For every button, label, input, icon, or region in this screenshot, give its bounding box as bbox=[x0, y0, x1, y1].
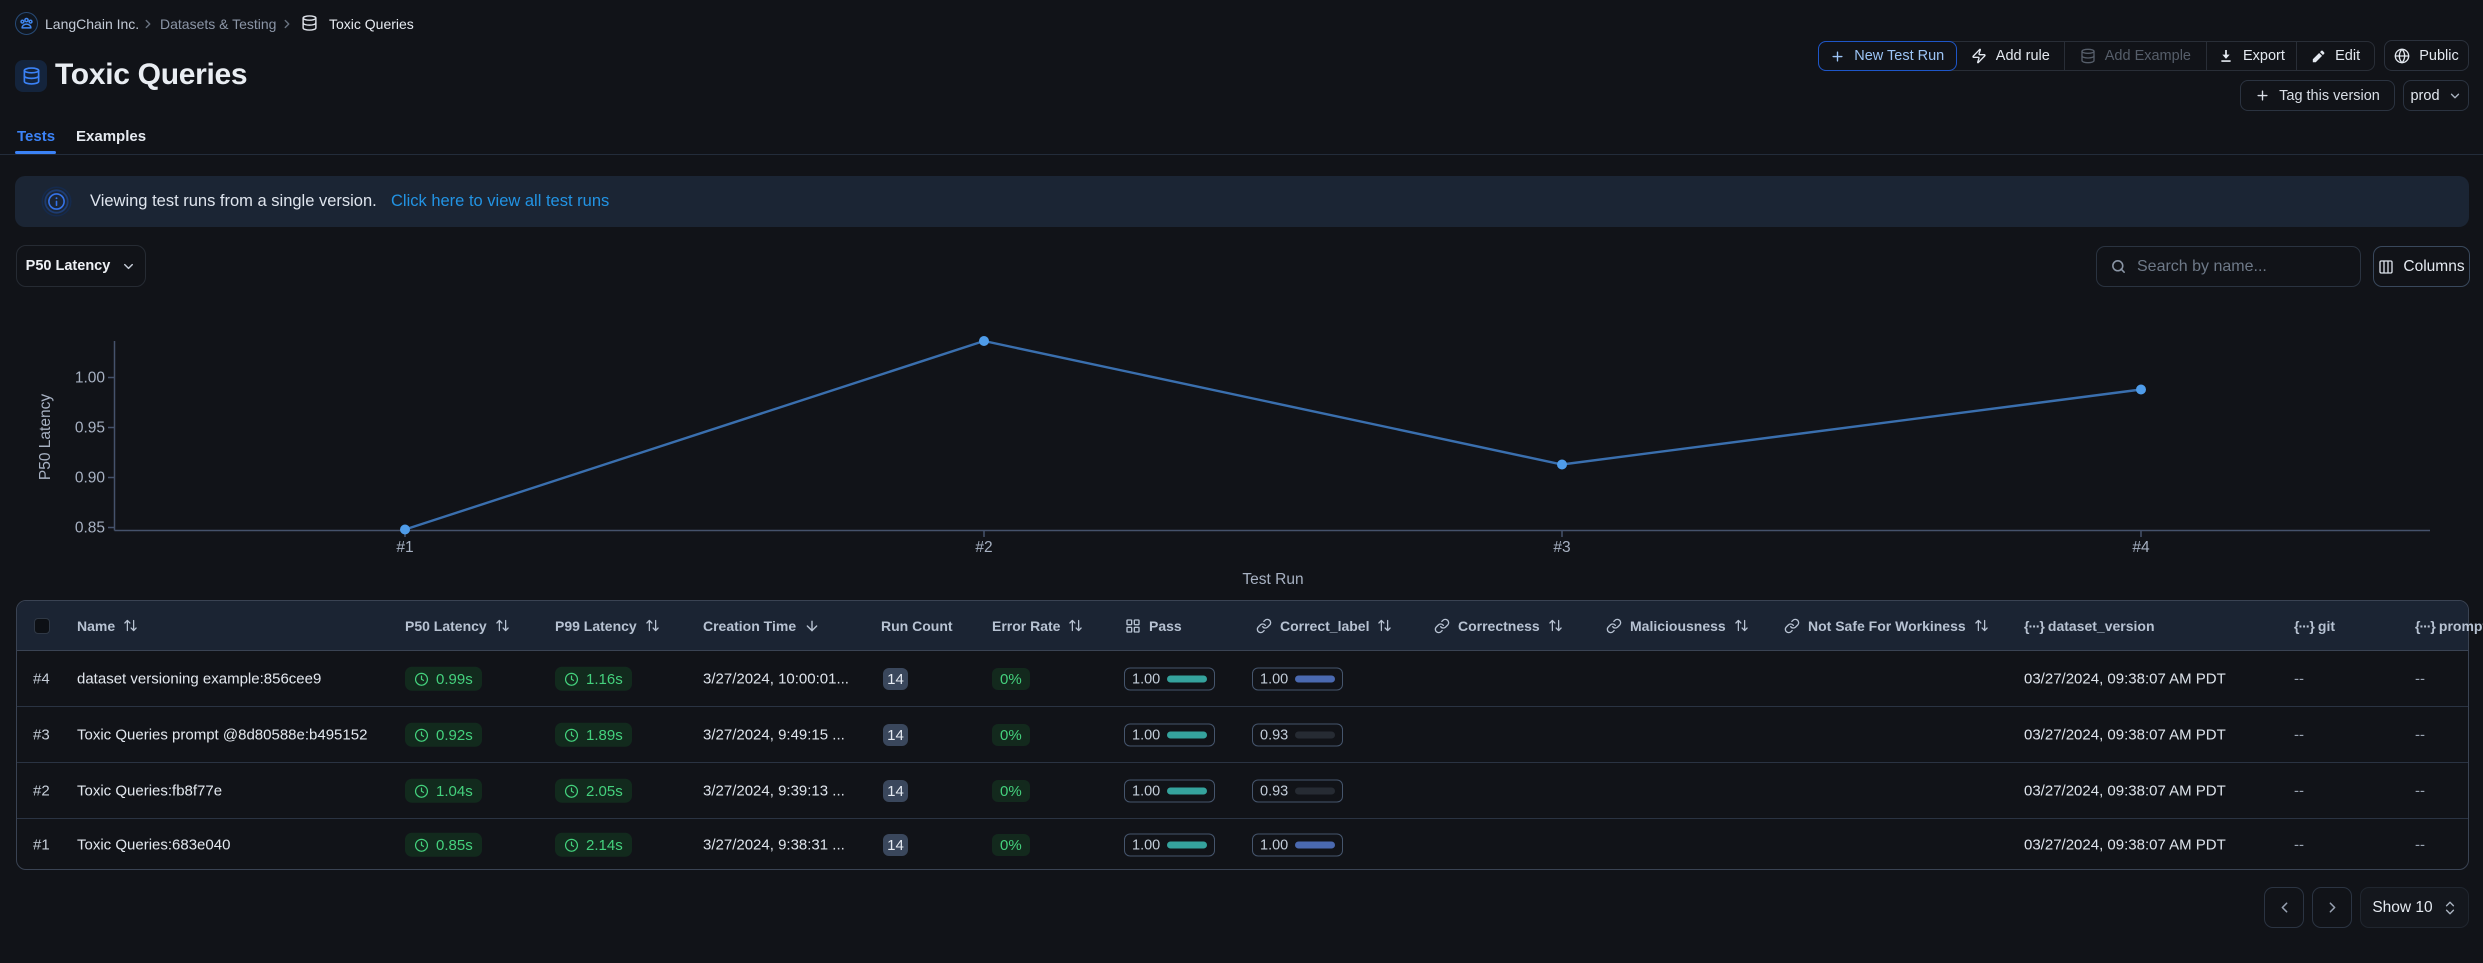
svg-text:Test Run: Test Run bbox=[1242, 571, 1303, 588]
svg-text:#1: #1 bbox=[396, 539, 413, 556]
svg-text:0.95: 0.95 bbox=[75, 420, 105, 437]
svg-text:P50 Latency: P50 Latency bbox=[37, 394, 54, 480]
svg-text:0.90: 0.90 bbox=[75, 470, 106, 487]
svg-text:#2: #2 bbox=[975, 539, 992, 556]
svg-text:1.00: 1.00 bbox=[75, 370, 106, 387]
svg-text:0.85: 0.85 bbox=[75, 520, 105, 537]
svg-text:#4: #4 bbox=[2132, 539, 2150, 556]
svg-text:#3: #3 bbox=[1553, 539, 1570, 556]
